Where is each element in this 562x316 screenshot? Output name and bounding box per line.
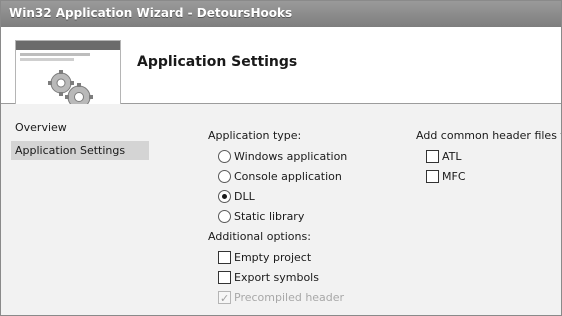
banner-image [15,40,121,114]
checkmark-icon: ✓ [220,292,230,305]
checkbox-empty-project[interactable]: Empty project [218,248,398,268]
checkbox[interactable] [218,251,231,264]
common-headers-group: Add common header files for: ATL MFC [416,128,561,187]
application-type-group: Application type: Windows application Co… [208,128,398,308]
radio-windows-application[interactable]: Windows application [218,147,398,167]
radio-console-application[interactable]: Console application [218,167,398,187]
wizard-header: Application Settings [1,27,561,114]
common-headers-label: Add common header files for: [416,129,561,142]
banner-menu-line [20,53,90,56]
radio-button[interactable] [218,150,231,163]
checkbox[interactable] [218,271,231,284]
radio-button-selected[interactable] [218,190,231,203]
page-heading: Application Settings [137,54,298,70]
checkbox[interactable] [426,150,439,163]
radio-static-library[interactable]: Static library [218,207,398,227]
nav-item-application-settings[interactable]: Application Settings [11,141,149,160]
checkbox-precompiled-header: ✓ Precompiled header [218,288,398,308]
wizard-window: Win32 Application Wizard - DetoursHooks [0,0,562,316]
banner-toolbar-line [20,58,74,61]
wizard-content: Overview Application Settings Applicatio… [1,104,561,315]
checkbox-checked-disabled: ✓ [218,291,231,305]
wizard-nav: Overview Application Settings [11,118,191,160]
radio-button[interactable] [218,170,231,183]
radio-button[interactable] [218,210,231,223]
checkbox[interactable] [426,170,439,183]
window-title: Win32 Application Wizard - DetoursHooks [9,6,293,20]
application-type-label: Application type: [208,129,302,142]
checkbox-atl[interactable]: ATL [426,147,561,167]
checkbox-mfc[interactable]: MFC [426,167,561,187]
checkbox-export-symbols[interactable]: Export symbols [218,268,398,288]
nav-item-overview[interactable]: Overview [11,118,149,137]
radio-dll[interactable]: DLL [218,187,398,207]
additional-options-label: Additional options: [208,230,311,243]
banner-titlebar [16,41,120,50]
title-bar[interactable]: Win32 Application Wizard - DetoursHooks [1,1,561,27]
